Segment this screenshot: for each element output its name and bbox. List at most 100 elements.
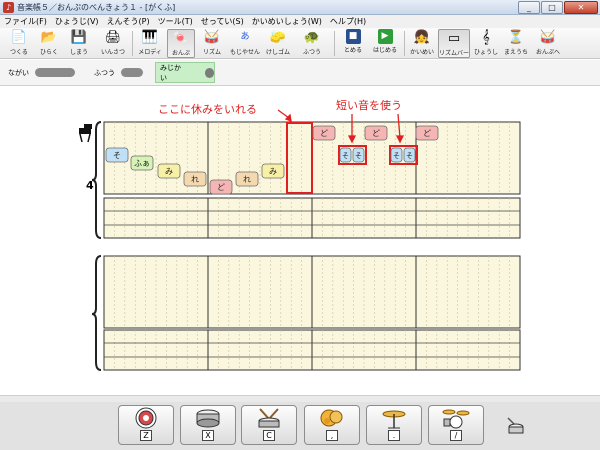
score-canvas: 4 ここに休みをいれる 短い音を使う そふぁみれどれみどそ そどそ そど: [79, 98, 521, 371]
note-label: れ: [243, 175, 251, 184]
melody-button[interactable]: 🎹 メロディ: [136, 29, 164, 58]
stop-button[interactable]: ■ とめる: [340, 29, 366, 58]
rhythm-bar-button[interactable]: ▭ リズムバー: [438, 29, 470, 58]
minimize-button[interactable]: _: [518, 1, 540, 14]
cymbal-button[interactable]: .: [366, 405, 422, 445]
print-button[interactable]: 🖨 いんさつ: [98, 29, 128, 58]
menu-tools[interactable]: ツール(T): [158, 16, 193, 27]
time-signature-icon: 𝄞: [482, 30, 490, 45]
annotation-short-text: 短い音を使う: [336, 98, 402, 112]
snare-drum-icon: [194, 406, 222, 430]
new-file-icon: 📄: [10, 30, 28, 45]
close-button[interactable]: ✕: [564, 1, 598, 14]
melody-icon: 🎹: [141, 30, 159, 45]
time-signature: 4: [86, 179, 94, 192]
bass-drum-icon: [133, 406, 159, 430]
rhythm-bar-icon: ▭: [447, 31, 461, 46]
save-button[interactable]: 💾 しまう: [66, 29, 92, 58]
drum-sticks-icon: [255, 406, 283, 430]
key-x: X: [202, 430, 214, 441]
menu-file[interactable]: ファイル(F): [4, 16, 47, 27]
note-label: そ: [342, 152, 349, 160]
cymbal-icon: [380, 406, 408, 430]
drum-kit-button[interactable]: /: [428, 405, 484, 445]
length-normal-indicator: [121, 68, 143, 77]
turtle-icon: 🐢: [303, 30, 321, 45]
menu-bar: ファイル(F) ひょうじ(V) えんそう(P) ツール(T) せってい(S) か…: [0, 15, 600, 28]
note-label: ど: [217, 183, 225, 192]
time-signature-button[interactable]: 𝄞 ひょうし: [472, 29, 500, 58]
note-icon: 🍬: [172, 31, 190, 46]
note-button[interactable]: 🍬 おんぷ: [167, 29, 195, 58]
menu-help[interactable]: ヘルプ(H): [330, 16, 366, 27]
text-line-button[interactable]: あ もじやせん: [228, 29, 262, 58]
score-area[interactable]: 4 ここに休みをいれる 短い音を使う そふぁみれどれみどそそどそそど: [0, 88, 600, 395]
open-folder-icon: 📂: [40, 30, 58, 45]
title-bar: ♪ 音楽帳５／おんぷのべんきょう１ - [がくふ] _ □ ✕: [0, 0, 600, 15]
open-button[interactable]: 📂 ひらく: [36, 29, 62, 58]
toolbar-separator: [404, 31, 405, 56]
note-label: れ: [191, 175, 199, 184]
save-disk-icon: 💾: [70, 30, 88, 45]
rhythm-grid-1: [104, 198, 520, 238]
menu-solfege[interactable]: かいめいしょう(W): [252, 16, 322, 27]
note-label: ど: [423, 129, 431, 138]
rhythm-grid-2: [104, 330, 520, 370]
app-icon: ♪: [3, 1, 14, 13]
length-long-indicator: [35, 68, 75, 77]
note-label: そ: [393, 152, 400, 160]
rhythm-icon: 🥁: [203, 30, 221, 45]
length-short-indicator: [204, 67, 214, 78]
note-label: そ: [355, 152, 362, 160]
text-line-icon: あ: [240, 32, 250, 42]
length-long-option[interactable]: ながい: [4, 62, 86, 83]
note-label: み: [269, 167, 277, 176]
small-drum-icon[interactable]: [504, 416, 526, 439]
printer-icon: 🖨: [104, 30, 122, 45]
length-normal-option[interactable]: ふつう: [90, 62, 152, 83]
drum-sticks-button[interactable]: C: [241, 405, 297, 445]
metronome-icon: ⏳: [507, 30, 525, 45]
instrument-icon: 🥁: [539, 30, 557, 45]
snare-drum-button[interactable]: X: [180, 405, 236, 445]
key-slash: /: [450, 430, 462, 441]
play-icon: ▶: [377, 29, 393, 44]
speed-button[interactable]: 🐢 ふつう: [294, 29, 330, 58]
play-button[interactable]: ▶ はじめる: [370, 29, 400, 58]
annotation-rest-text: ここに休みをいれる: [158, 103, 257, 116]
system-brace-2: [91, 255, 102, 371]
note-length-bar: ながい ふつう みじかい: [0, 60, 600, 86]
rhythm-palette: Z X C , . /: [0, 402, 600, 450]
maximize-button[interactable]: □: [541, 1, 563, 14]
drum-kit-icon: [441, 406, 471, 430]
eraser-icon: 🧽: [269, 30, 287, 45]
key-comma: ,: [326, 430, 338, 441]
toolbar-separator: [334, 31, 335, 56]
eraser-button[interactable]: 🧽 けしゴム: [264, 29, 292, 58]
menu-view[interactable]: ひょうじ(V): [55, 16, 99, 27]
toolbar-separator: [132, 31, 133, 56]
note-label: ど: [320, 129, 328, 138]
tambourine-button[interactable]: ,: [304, 405, 360, 445]
piano-icon: [79, 124, 92, 143]
note-label: ふぁ: [134, 159, 150, 168]
stop-icon: ■: [345, 29, 361, 44]
note-label: み: [165, 167, 173, 176]
new-button[interactable]: 📄 つくる: [6, 29, 32, 58]
rhythm-button[interactable]: 🥁 リズム: [198, 29, 226, 58]
note-label: そ: [406, 152, 413, 160]
note-label: そ: [113, 151, 121, 160]
key-c: C: [263, 430, 275, 441]
solfege-button[interactable]: 👧 かいめい: [408, 29, 436, 58]
menu-play[interactable]: えんそう(P): [107, 16, 150, 27]
count-in-button[interactable]: ⏳ まえうち: [502, 29, 530, 58]
face-icon: 👧: [413, 30, 431, 45]
length-short-option[interactable]: みじかい: [155, 62, 215, 83]
to-notes-button[interactable]: 🥁 おんぷへ: [532, 29, 564, 58]
window-title: 音楽帳５／おんぷのべんきょう１ - [がくふ]: [17, 2, 176, 12]
tambourine-icon: [318, 406, 346, 430]
status-strip: [0, 395, 600, 402]
menu-settings[interactable]: せってい(S): [201, 16, 244, 27]
key-z: Z: [140, 430, 152, 441]
bass-drum-button[interactable]: Z: [118, 405, 174, 445]
